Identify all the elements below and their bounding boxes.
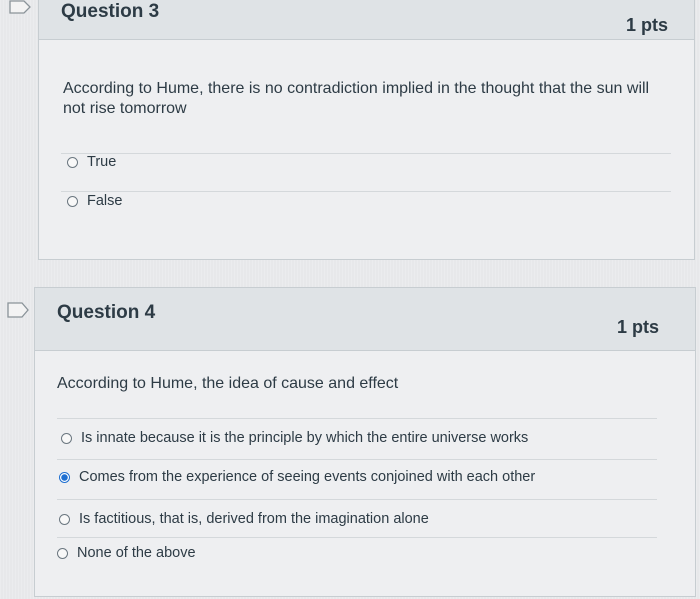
divider bbox=[57, 537, 657, 538]
radio-unchecked-icon[interactable] bbox=[67, 195, 78, 207]
answer-option-4[interactable]: None of the above bbox=[57, 544, 196, 562]
answer-option-3[interactable]: Is factitious, that is, derived from the… bbox=[59, 510, 429, 528]
flag-question-icon[interactable] bbox=[6, 302, 32, 322]
question-3-card: Question 3 1 pts According to Hume, ther… bbox=[38, 0, 695, 260]
question-points: 1 pts bbox=[625, 15, 668, 35]
answer-label: None of the above bbox=[77, 545, 196, 561]
answer-option-1[interactable]: Is innate because it is the principle by… bbox=[61, 429, 528, 447]
answer-label: Is innate because it is the principle by… bbox=[81, 430, 529, 446]
radio-unchecked-icon[interactable] bbox=[57, 547, 68, 559]
divider bbox=[57, 459, 657, 460]
radio-unchecked-icon[interactable] bbox=[59, 513, 70, 525]
question-4-card: Question 4 1 pts According to Hume, the … bbox=[34, 287, 696, 597]
question-title: Question 3 bbox=[61, 1, 160, 22]
quiz-page: Question 3 1 pts According to Hume, ther… bbox=[0, 0, 700, 599]
radio-unchecked-icon[interactable] bbox=[67, 156, 78, 168]
question-text: According to Hume, there is no contradic… bbox=[63, 80, 650, 117]
question-text: According to Hume, the idea of cause and… bbox=[57, 375, 399, 392]
question-4-header: Question 4 1 pts bbox=[35, 288, 695, 351]
question-3-header: Question 3 1 pts bbox=[39, 0, 694, 40]
radio-unchecked-icon[interactable] bbox=[61, 432, 72, 444]
divider bbox=[61, 153, 671, 154]
divider bbox=[57, 499, 657, 500]
flag-question-icon[interactable] bbox=[8, 0, 34, 20]
answer-label: Is factitious, that is, derived from the… bbox=[79, 511, 429, 527]
question-title: Question 4 bbox=[57, 302, 156, 323]
radio-checked-icon[interactable] bbox=[59, 471, 70, 483]
divider bbox=[61, 191, 671, 192]
answer-option-false[interactable]: False bbox=[67, 192, 122, 210]
answer-option-true[interactable]: True bbox=[67, 153, 116, 171]
answer-label: False bbox=[87, 193, 123, 209]
answer-label: Comes from the experience of seeing even… bbox=[79, 469, 536, 485]
answer-option-2[interactable]: Comes from the experience of seeing even… bbox=[59, 468, 535, 486]
answer-label: True bbox=[87, 154, 117, 170]
divider bbox=[57, 418, 657, 419]
question-points: 1 pts bbox=[616, 317, 659, 337]
